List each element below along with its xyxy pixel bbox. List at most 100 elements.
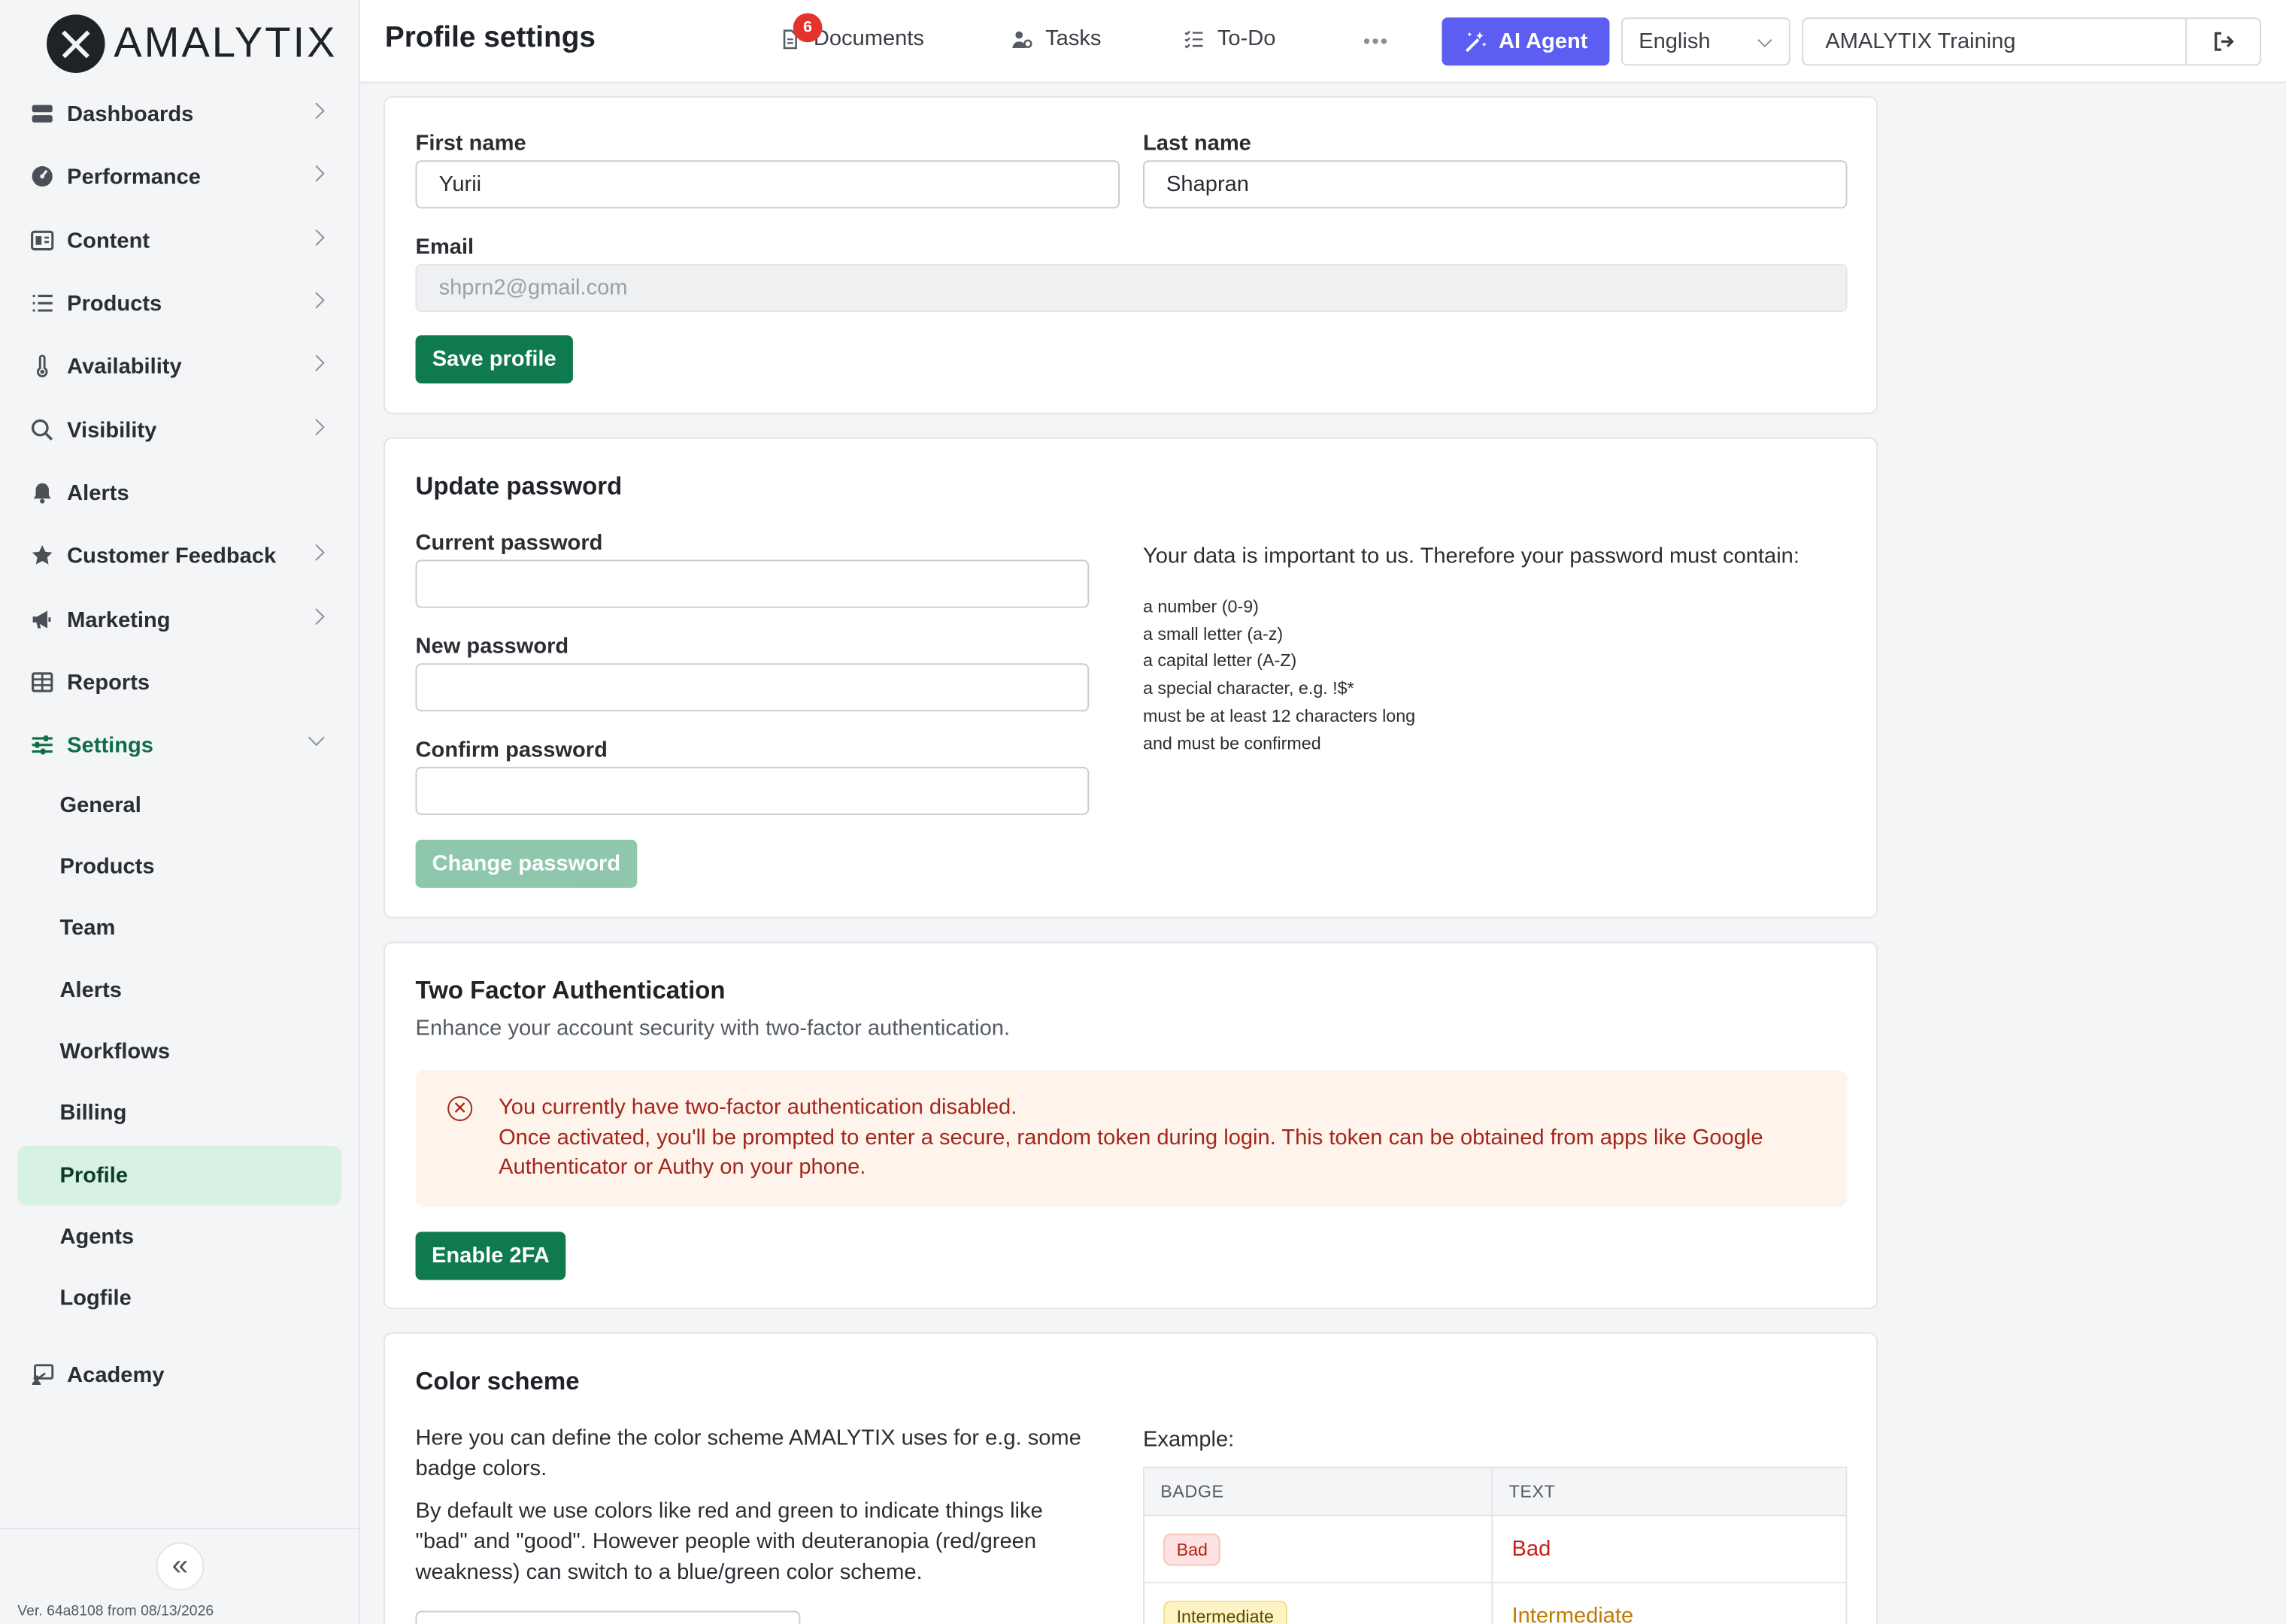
last-name-label: Last name: [1143, 131, 1251, 156]
chevron-right-icon: [308, 292, 325, 309]
column-header-text: TEXT: [1508, 1480, 1556, 1502]
sidebar-subitem-billing[interactable]: Billing: [17, 1083, 341, 1143]
chevron-right-icon: [308, 608, 325, 626]
email-label: Email: [415, 235, 474, 260]
confirm-password-input[interactable]: [415, 766, 1090, 815]
sidebar: AMALYTIX Dashboards Performance Content …: [0, 0, 360, 1624]
sidebar-item-label: Reports: [67, 669, 150, 695]
sidebar-item-content[interactable]: Content: [17, 213, 341, 268]
sidebar-subitem-products[interactable]: Products: [17, 837, 341, 896]
sidebar-item-dashboards[interactable]: Dashboards: [17, 86, 341, 141]
gauge-icon: [32, 166, 53, 187]
save-profile-button[interactable]: Save profile: [415, 335, 573, 383]
megaphone-icon: [32, 611, 51, 629]
brand-name: AMALYTIX: [114, 20, 338, 67]
sidebar-subitem-alerts[interactable]: Alerts: [17, 961, 341, 1020]
example-label: Example:: [1143, 1427, 1235, 1453]
list-icon: [32, 295, 53, 312]
password-rule: must be at least 12 characters long: [1143, 705, 1416, 726]
sidebar-item-label: Marketing: [67, 607, 171, 632]
sidebar-item-academy[interactable]: Academy: [17, 1347, 341, 1403]
sliders-icon: [32, 735, 53, 755]
nav-todo-label: To-Do: [1217, 26, 1276, 51]
password-rules-intro: Your data is important to us. Therefore …: [1143, 544, 1799, 569]
warning-line: Once activated, you'll be prompted to en…: [499, 1125, 1763, 1180]
chevron-down-icon: [308, 729, 325, 747]
table-header: BADGE TEXT: [1144, 1468, 1846, 1516]
language-value: English: [1639, 29, 1711, 54]
chevron-right-icon: [308, 102, 325, 120]
table-icon: [32, 672, 53, 692]
logo[interactable]: AMALYTIX: [47, 14, 337, 73]
sidebar-item-reports[interactable]: Reports: [17, 655, 341, 710]
sidebar-item-label: Settings: [67, 732, 153, 758]
language-select[interactable]: English: [1621, 17, 1790, 66]
sidebar-subitem-profile[interactable]: Profile: [17, 1146, 341, 1206]
ai-agent-button[interactable]: AI Agent: [1442, 17, 1610, 66]
color-scheme-select[interactable]: [415, 1610, 801, 1624]
enable-2fa-button[interactable]: Enable 2FA: [415, 1232, 566, 1280]
password-title: Update password: [415, 472, 623, 501]
nav-todo[interactable]: To-Do: [1184, 26, 1275, 51]
password-rule: and must be confirmed: [1143, 732, 1321, 753]
sidebar-subitem-workflows[interactable]: Workflows: [17, 1022, 341, 1081]
sidebar-item-label: Academy: [67, 1362, 165, 1387]
sidebar-item-marketing[interactable]: Marketing: [17, 592, 341, 647]
top-bar: Profile settings Documents 6 Tasks To-Do…: [359, 0, 2286, 83]
chevron-right-icon: [308, 354, 325, 371]
sidebar-subitem-team[interactable]: Team: [17, 898, 341, 957]
sidebar-item-label: Dashboards: [67, 101, 194, 126]
sidebar-item-visibility[interactable]: Visibility: [17, 402, 341, 458]
sidebar-subitem-agents[interactable]: Agents: [17, 1207, 341, 1266]
two-factor-warning: ✕ You currently have two-factor authenti…: [415, 1070, 1848, 1207]
sidebar-subitem-general[interactable]: General: [17, 776, 341, 835]
warning-line: You currently have two-factor authentica…: [499, 1095, 1017, 1120]
page-title: Profile settings: [384, 22, 596, 54]
sidebar-item-settings[interactable]: Settings: [17, 717, 341, 773]
two-factor-card: Two Factor Authentication Enhance your a…: [383, 941, 1878, 1310]
sidebar-footer: « Ver. 64a8108 from 08/13/2026: [0, 1528, 359, 1624]
tasks-icon: [1012, 30, 1032, 48]
star-icon: [32, 545, 53, 565]
search-icon: [31, 419, 53, 441]
nav-tasks[interactable]: Tasks: [1012, 26, 1102, 51]
color-example-table: BADGE TEXT Bad Bad Intermediate Intermed…: [1143, 1466, 1848, 1624]
collapse-sidebar-button[interactable]: «: [156, 1542, 205, 1591]
logout-button[interactable]: [2185, 17, 2262, 66]
password-rule: a special character, e.g. !$*: [1143, 677, 1354, 698]
chevron-right-icon: [308, 544, 325, 561]
sidebar-item-label: Products: [67, 290, 162, 316]
bad-badge: Bad: [1163, 1532, 1221, 1565]
error-circle-icon: ✕: [447, 1096, 473, 1122]
documents-count-badge: 6: [793, 13, 823, 43]
sidebar-item-performance[interactable]: Performance: [17, 149, 341, 205]
password-rules: a number (0-9) a small letter (a-z) a ca…: [1143, 593, 1415, 757]
nav-tasks-label: Tasks: [1045, 26, 1102, 51]
bad-text: Bad: [1511, 1536, 1551, 1562]
sidebar-item-alerts[interactable]: Alerts: [17, 465, 341, 521]
account-name: AMALYTIX Training: [1802, 17, 2187, 66]
password-card: Update password Current password New pas…: [383, 437, 1878, 919]
chevron-right-icon: [308, 229, 325, 247]
bell-icon: [33, 483, 51, 504]
two-factor-subtitle: Enhance your account security with two-f…: [415, 1016, 1011, 1041]
sidebar-item-availability[interactable]: Availability: [17, 338, 341, 394]
new-password-input[interactable]: [415, 663, 1090, 712]
chevron-right-icon: [308, 165, 325, 182]
version-label: Ver. 64a8108 from 08/13/2026: [17, 1603, 214, 1620]
change-password-button[interactable]: Change password: [415, 839, 638, 888]
first-name-input[interactable]: Yurii: [415, 160, 1120, 209]
thermometer-icon: [36, 354, 48, 377]
current-password-input[interactable]: [415, 559, 1090, 608]
nav-documents-label: Documents: [813, 26, 924, 51]
intermediate-text: Intermediate: [1511, 1603, 1634, 1624]
logout-icon: [2214, 32, 2233, 51]
sidebar-item-label: Content: [67, 228, 150, 253]
sidebar-subitem-logfile[interactable]: Logfile: [17, 1268, 341, 1328]
last-name-input[interactable]: Shapran: [1143, 160, 1848, 209]
more-menu-button[interactable]: •••: [1363, 29, 1389, 53]
chevron-right-icon: [308, 419, 325, 436]
content-icon: [31, 230, 54, 251]
sidebar-item-customer-feedback[interactable]: Customer Feedback: [17, 528, 341, 583]
sidebar-item-products[interactable]: Products: [17, 275, 341, 331]
